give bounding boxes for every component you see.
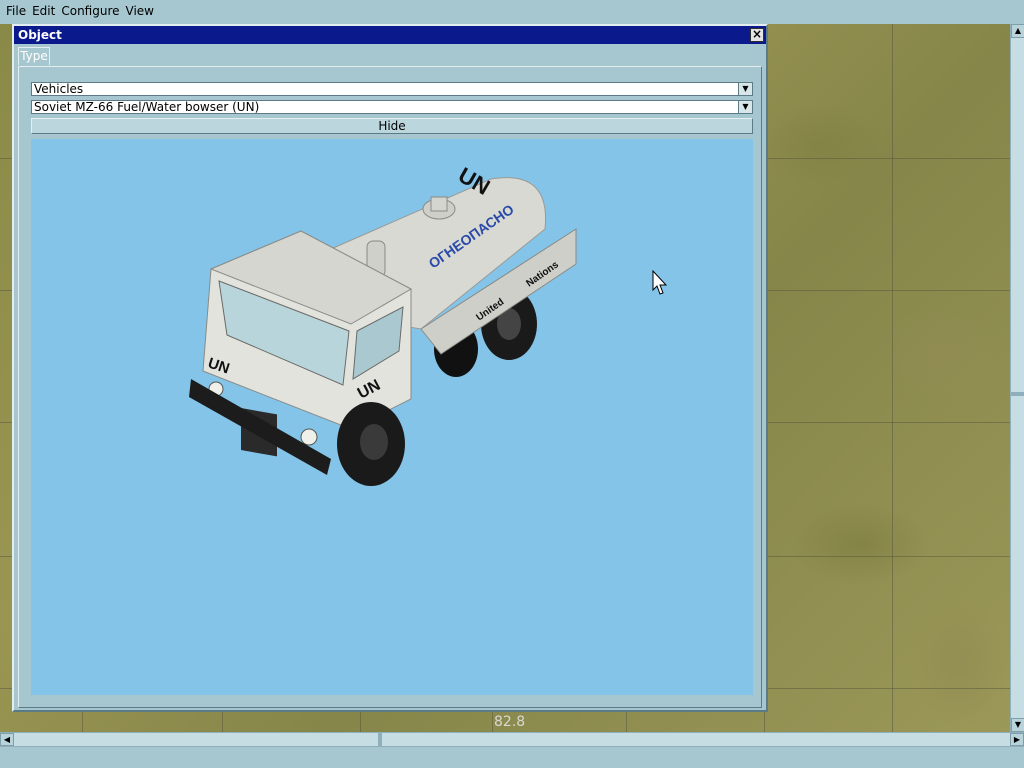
tank-hatch-neck: [430, 196, 448, 212]
scroll-right-icon[interactable]: ▶: [1010, 733, 1024, 746]
headlight: [300, 428, 318, 446]
chevron-down-icon[interactable]: ▼: [738, 101, 752, 113]
category-select[interactable]: Vehicles ▼: [31, 82, 753, 96]
wheel-hub: [360, 424, 388, 460]
scroll-up-icon[interactable]: ▲: [1011, 24, 1024, 38]
menu-configure[interactable]: Configure: [59, 0, 123, 22]
truck-model-render: UN ОГНЕОПАСНО United Nations UN UN: [189, 162, 577, 486]
mouse-pointer-icon: [652, 270, 668, 295]
grid-line: [892, 24, 893, 732]
coordinate-readout: 82.8: [494, 714, 526, 730]
menu-bar: File Edit Configure View: [0, 0, 1024, 22]
horizontal-scroll-thumb[interactable]: [378, 733, 382, 746]
model-preview-viewport[interactable]: UN ОГНЕОПАСНО United Nations UN UN: [31, 139, 753, 695]
object-select-value: Soviet MZ-66 Fuel/Water bowser (UN): [34, 100, 260, 114]
chevron-down-icon[interactable]: ▼: [738, 83, 752, 95]
category-select-value: Vehicles: [34, 82, 84, 96]
menu-file[interactable]: File: [4, 0, 30, 22]
scroll-left-icon[interactable]: ◀: [0, 733, 14, 746]
hide-button[interactable]: Hide: [31, 118, 753, 134]
close-icon[interactable]: ×: [750, 28, 764, 42]
vertical-scroll-thumb[interactable]: [1011, 392, 1024, 396]
status-bar: [0, 746, 1024, 768]
menu-edit[interactable]: Edit: [30, 0, 59, 22]
window-title: Object: [18, 28, 62, 42]
object-select[interactable]: Soviet MZ-66 Fuel/Water bowser (UN) ▼: [31, 100, 753, 114]
vertical-scrollbar[interactable]: ▲ ▼: [1010, 24, 1024, 732]
tab-type[interactable]: Type: [18, 47, 50, 65]
horizontal-scrollbar[interactable]: ◀ ▶: [0, 732, 1024, 746]
menu-view[interactable]: View: [124, 0, 158, 22]
tab-row: Type: [14, 44, 766, 65]
object-window: Object × Type Vehicles ▼ Soviet MZ-66 Fu…: [12, 24, 768, 712]
window-titlebar[interactable]: Object ×: [14, 26, 766, 44]
type-panel: Vehicles ▼ Soviet MZ-66 Fuel/Water bowse…: [18, 66, 762, 708]
scroll-down-icon[interactable]: ▼: [1011, 718, 1024, 732]
